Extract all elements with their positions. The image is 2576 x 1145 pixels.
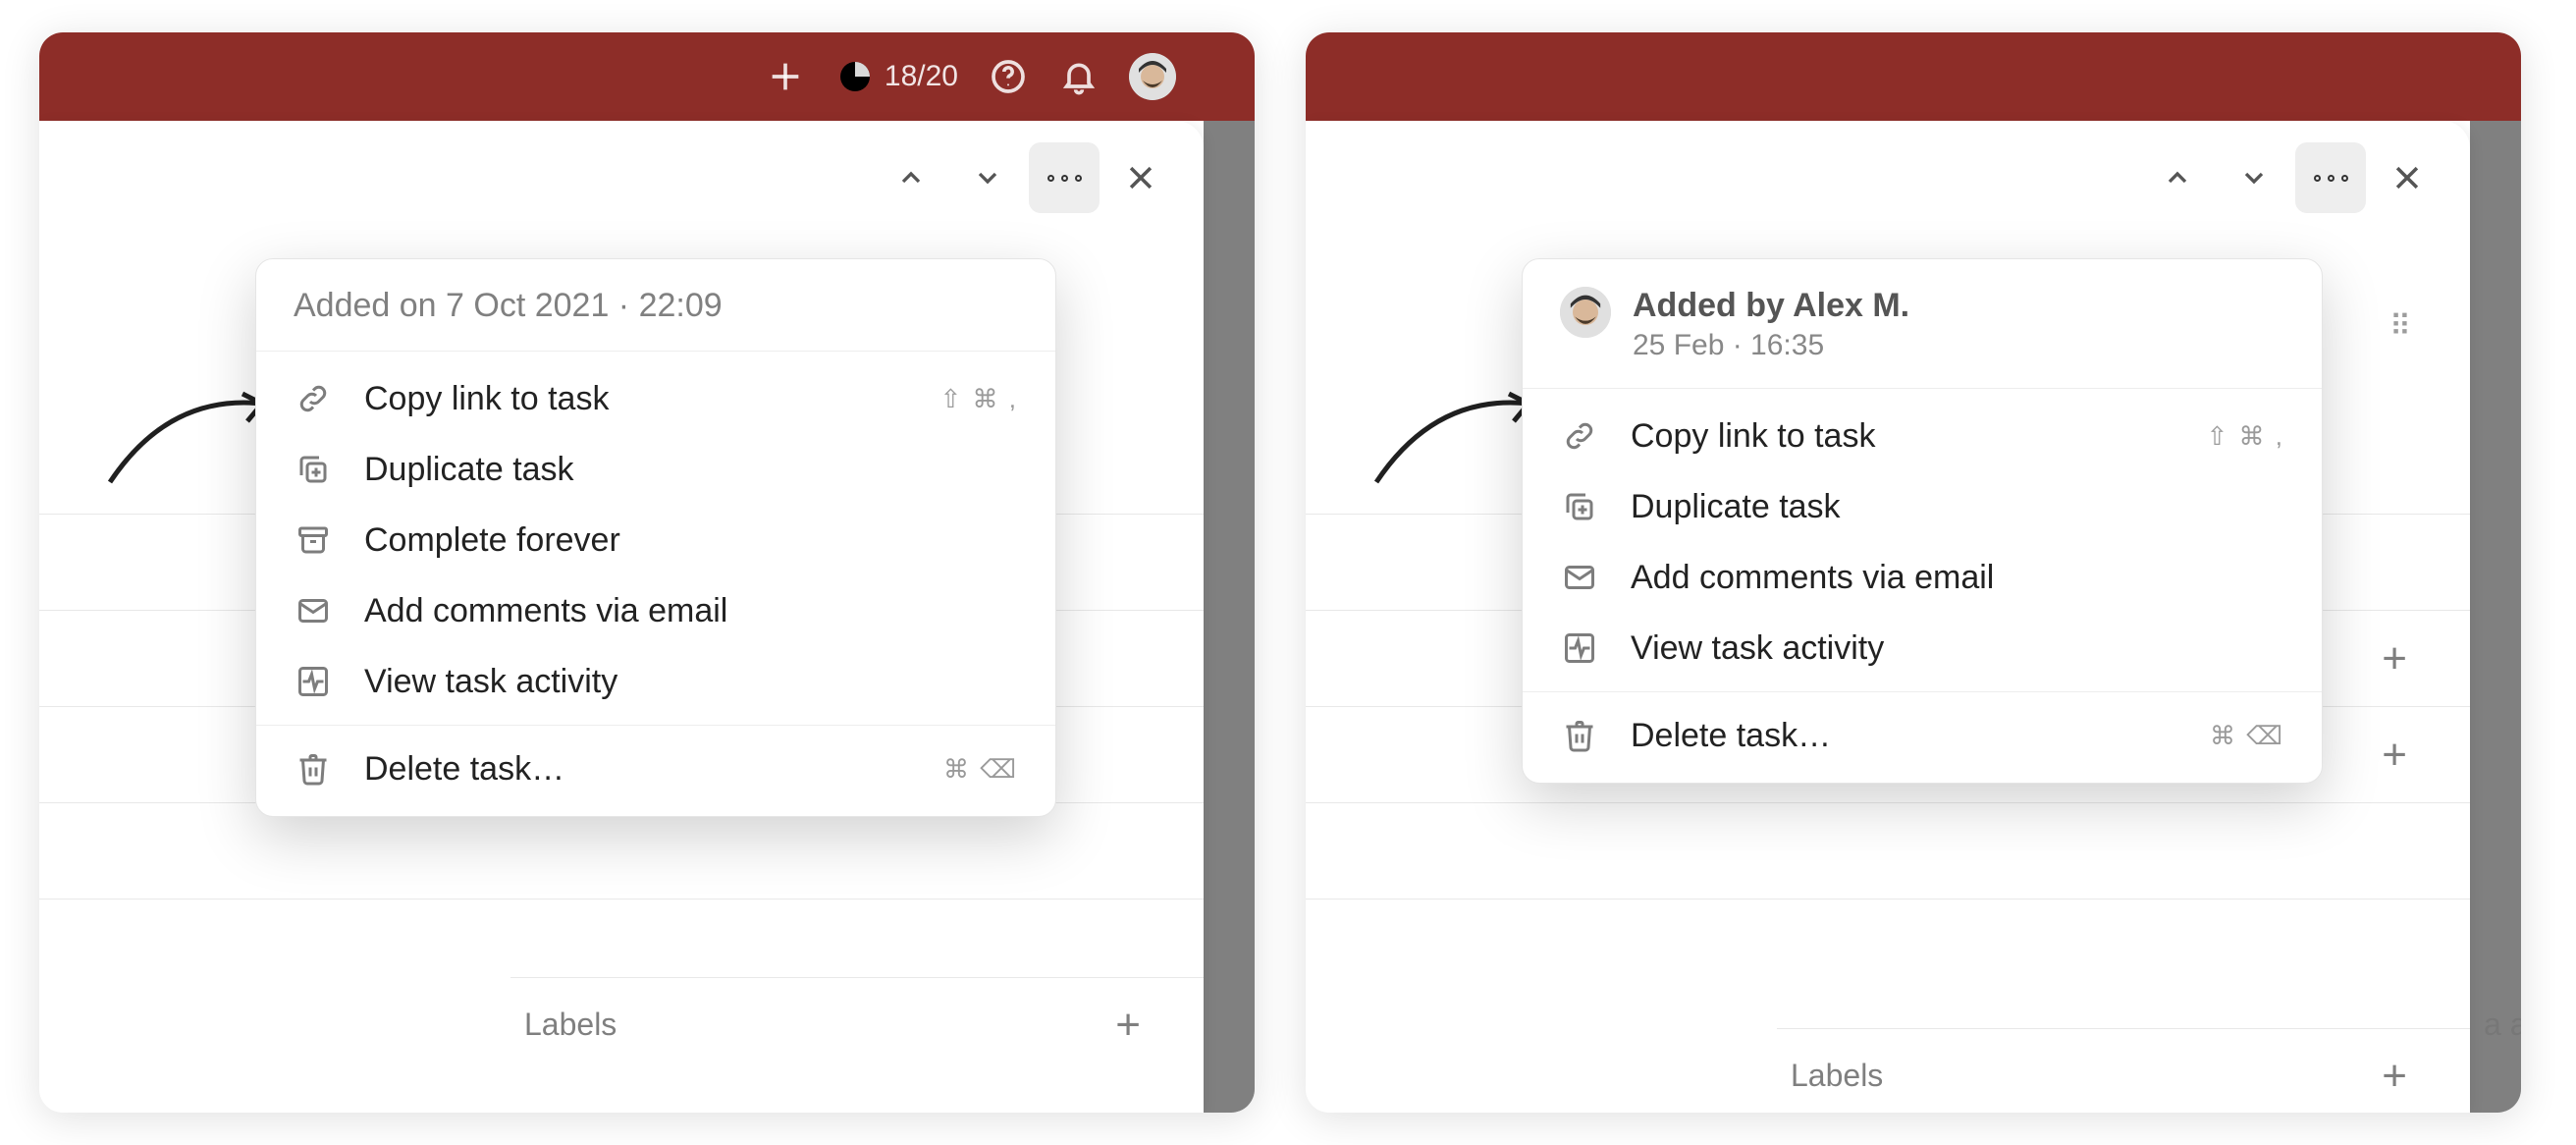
menu-item-view-activity[interactable]: View task activity <box>256 646 1055 717</box>
menu-item-shortcut: ⇧ ⌘ , <box>940 384 1018 414</box>
user-avatar[interactable] <box>1129 53 1176 100</box>
app-header-bar <box>1306 32 2521 121</box>
menu-item-duplicate[interactable]: Duplicate task <box>1523 471 2322 542</box>
task-actions-menu: Added on 7 Oct 2021 · 22:09 Copy link to… <box>255 258 1056 817</box>
chevron-up-icon <box>2162 162 2193 193</box>
close-button[interactable] <box>1105 142 1176 213</box>
menu-divider <box>1523 691 2322 692</box>
pie-icon <box>835 57 875 96</box>
menu-item-label: View task activity <box>1631 629 2284 668</box>
productivity-indicator[interactable]: 18/20 <box>835 57 958 96</box>
mail-icon <box>1560 558 1599 597</box>
menu-item-copy-link[interactable]: Copy link to task ⇧ ⌘ , <box>1523 401 2322 471</box>
callout-arrow-icon <box>100 384 277 502</box>
callout-arrow-icon <box>1367 384 1543 502</box>
duplicate-icon <box>1560 487 1599 526</box>
chevron-up-icon <box>895 162 927 193</box>
app-header-bar: 18/20 <box>39 32 1255 121</box>
add-label-icon[interactable]: + <box>1115 1004 1141 1047</box>
more-actions-button[interactable] <box>2295 142 2366 213</box>
chevron-down-icon <box>972 162 1003 193</box>
menu-item-shortcut: ⌘ ⌫ <box>943 754 1018 785</box>
quick-add-icon[interactable] <box>765 56 806 97</box>
right-panel: ⠿ + + Labels + a alid <box>1306 32 2521 1113</box>
task-detail-sheet: Labels + Added on 7 Oct 2021 · 22:09 <box>39 121 1204 1113</box>
task-detail-sheet: ⠿ + + Labels + a alid <box>1306 121 2470 1113</box>
more-actions-button[interactable] <box>1029 142 1100 213</box>
menu-item-label: View task activity <box>364 663 1018 701</box>
truncated-text: a alid <box>2484 1007 2521 1043</box>
menu-item-email-comments[interactable]: Add comments via email <box>256 575 1055 646</box>
bell-icon[interactable] <box>1058 56 1100 97</box>
menu-item-label: Delete task… <box>1631 717 2178 755</box>
activity-icon <box>1560 628 1599 668</box>
trash-icon <box>1560 716 1599 755</box>
menu-added-info: Added on 7 Oct 2021 · 22:09 <box>294 287 1018 325</box>
menu-item-shortcut: ⌘ ⌫ <box>2210 721 2284 751</box>
link-icon <box>1560 416 1599 456</box>
trash-icon <box>294 749 333 789</box>
labels-section[interactable]: Labels + <box>510 977 1204 1071</box>
close-icon <box>2390 161 2424 194</box>
menu-item-copy-link[interactable]: Copy link to task ⇧ ⌘ , <box>256 363 1055 434</box>
next-task-button[interactable] <box>2219 142 2289 213</box>
previous-task-button[interactable] <box>2142 142 2213 213</box>
background-strip <box>1204 121 1255 1113</box>
mail-icon <box>294 591 333 630</box>
activity-icon <box>294 662 333 701</box>
menu-item-label: Complete forever <box>364 521 1018 560</box>
menu-item-label: Duplicate task <box>364 451 1018 489</box>
task-property-row <box>1306 899 2470 995</box>
added-by-avatar <box>1560 287 1611 338</box>
more-horizontal-icon <box>2314 175 2348 182</box>
chevron-down-icon <box>2238 162 2270 193</box>
added-by-text: Added by Alex M. <box>1633 287 1909 325</box>
menu-divider <box>256 725 1055 726</box>
task-property-row <box>1306 802 2470 899</box>
labels-heading: Labels <box>524 1007 617 1043</box>
menu-item-email-comments[interactable]: Add comments via email <box>1523 542 2322 613</box>
background-strip <box>2470 121 2521 1113</box>
labels-heading: Labels <box>1791 1058 1883 1094</box>
add-icon[interactable]: + <box>2382 637 2407 681</box>
archive-icon <box>294 520 333 560</box>
add-label-icon[interactable]: + <box>2382 1055 2407 1098</box>
drag-handle-icon: ⠿ <box>2389 309 2411 344</box>
menu-item-label: Copy link to task <box>364 380 909 418</box>
previous-task-button[interactable] <box>876 142 946 213</box>
labels-section[interactable]: Labels + <box>1777 1028 2470 1113</box>
menu-item-delete[interactable]: Delete task… ⌘ ⌫ <box>1523 700 2322 771</box>
productivity-count: 18/20 <box>885 60 958 93</box>
left-panel: 18/20 <box>39 32 1255 1113</box>
link-icon <box>294 379 333 418</box>
menu-item-label: Duplicate task <box>1631 488 2284 526</box>
added-date-text: 25 Feb · 16:35 <box>1633 329 1909 362</box>
menu-item-label: Delete task… <box>364 750 912 789</box>
menu-item-complete-forever[interactable]: Complete forever <box>256 505 1055 575</box>
menu-item-label: Add comments via email <box>1631 559 2284 597</box>
close-button[interactable] <box>2372 142 2442 213</box>
close-icon <box>1124 161 1157 194</box>
next-task-button[interactable] <box>952 142 1023 213</box>
menu-item-label: Add comments via email <box>364 592 1018 630</box>
duplicate-icon <box>294 450 333 489</box>
add-icon[interactable]: + <box>2382 734 2407 777</box>
more-horizontal-icon <box>1047 175 1082 182</box>
help-icon[interactable] <box>988 56 1029 97</box>
menu-item-shortcut: ⇧ ⌘ , <box>2207 421 2284 452</box>
menu-item-delete[interactable]: Delete task… ⌘ ⌫ <box>256 734 1055 804</box>
menu-item-duplicate[interactable]: Duplicate task <box>256 434 1055 505</box>
menu-item-label: Copy link to task <box>1631 417 2175 456</box>
task-actions-menu: Added by Alex M. 25 Feb · 16:35 Copy lin… <box>1522 258 2323 784</box>
menu-item-view-activity[interactable]: View task activity <box>1523 613 2322 683</box>
